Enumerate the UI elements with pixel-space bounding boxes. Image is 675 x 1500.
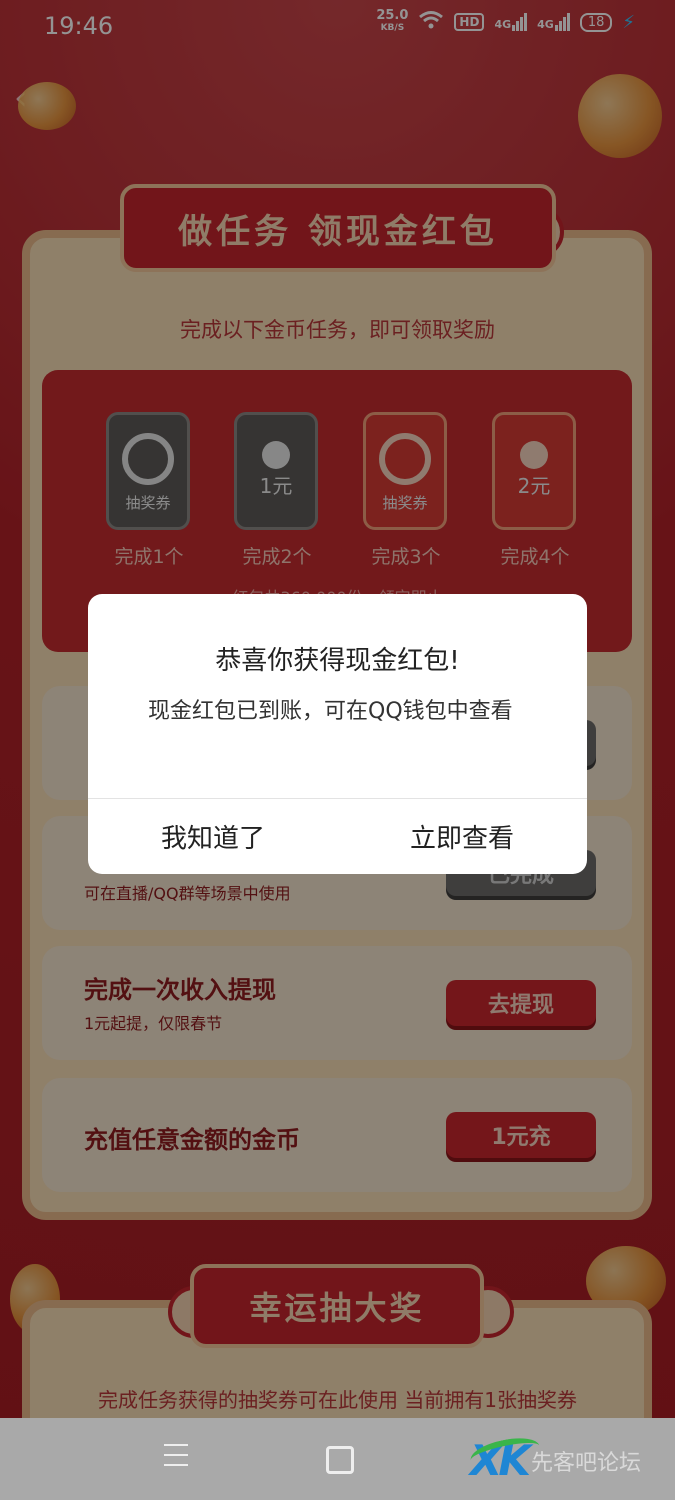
view-now-button[interactable]: 立即查看 bbox=[337, 799, 587, 874]
system-nav-bar: XK 先客吧论坛 bbox=[0, 1418, 675, 1500]
dismiss-button[interactable]: 我知道了 bbox=[88, 799, 338, 874]
reward-dialog: 恭喜你获得现金红包! 现金红包已到账，可在QQ钱包中查看 我知道了 立即查看 bbox=[88, 594, 587, 874]
recent-apps-icon[interactable] bbox=[164, 1444, 188, 1474]
dialog-message: 现金红包已到账，可在QQ钱包中查看 bbox=[148, 699, 513, 724]
dialog-title: 恭喜你获得现金红包! bbox=[215, 646, 460, 676]
watermark-logo: XK 先客吧论坛 bbox=[468, 1433, 641, 1485]
home-icon[interactable] bbox=[326, 1446, 354, 1474]
